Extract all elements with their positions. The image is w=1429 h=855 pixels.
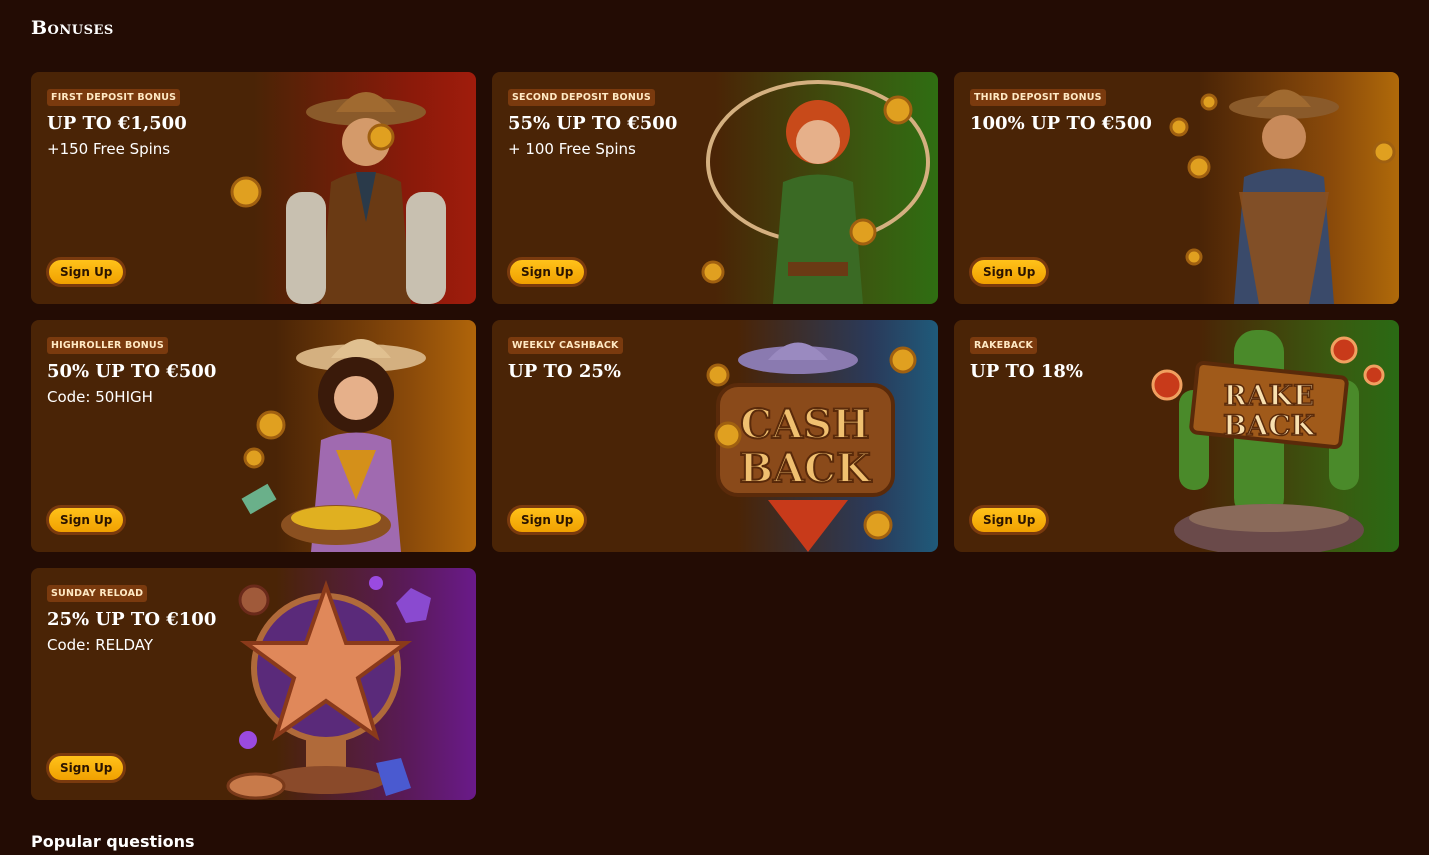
bonus-card-weekly-cashback: CASH BACK Weekly Cashback UP TO 25% Sign… <box>492 320 938 552</box>
section-title: Bonuses <box>31 17 114 39</box>
bonus-card-highroller: Highroller Bonus 50% UP TO €500 Code: 50… <box>31 320 476 552</box>
sign-up-button[interactable]: Sign Up <box>46 753 127 783</box>
bonus-badge: Third Deposit Bonus <box>970 89 1106 106</box>
bonus-card-rakeback: RAKE BACK Rakeback UP TO 18% Sign Up <box>954 320 1399 552</box>
bonus-headline: UP TO 25% <box>508 361 621 382</box>
bonus-badge: Second Deposit Bonus <box>508 89 655 106</box>
bonus-headline: UP TO €1,500 <box>47 113 187 134</box>
rakeback-art-text-1: RAKE <box>1224 379 1315 412</box>
sign-up-button[interactable]: Sign Up <box>507 505 588 535</box>
cowgirl-lasso-icon <box>678 72 938 304</box>
bonus-card-third-deposit: Third Deposit Bonus 100% UP TO €500 Sign… <box>954 72 1399 304</box>
bonus-headline: UP TO 18% <box>970 361 1083 382</box>
bonus-headline: 55% UP TO €500 <box>508 113 678 134</box>
bonus-badge: Highroller Bonus <box>47 337 168 354</box>
sign-up-button[interactable]: Sign Up <box>507 257 588 287</box>
bonus-grid: First Deposit Bonus UP TO €1,500 +150 Fr… <box>31 72 1399 800</box>
bonus-headline: 50% UP TO €500 <box>47 361 217 382</box>
popular-questions-heading: Popular questions <box>31 832 195 851</box>
rakeback-cactus-icon: RAKE BACK <box>1139 320 1399 552</box>
cowboy-coins-icon <box>1139 72 1399 304</box>
bonus-subline: Code: RELDAY <box>47 636 154 654</box>
bonus-subline: + 100 Free Spins <box>508 140 636 158</box>
sign-up-button[interactable]: Sign Up <box>46 505 127 535</box>
cashback-art-text-2: BACK <box>739 445 872 492</box>
rakeback-art-text-2: BACK <box>1223 409 1317 442</box>
bonus-subline: Code: 50HIGH <box>47 388 153 406</box>
bonus-card-sunday-reload: Sunday Reload 25% UP TO €100 Code: RELDA… <box>31 568 476 800</box>
bonus-card-second-deposit: Second Deposit Bonus 55% UP TO €500 + 10… <box>492 72 938 304</box>
cowboy-icon <box>216 72 476 304</box>
cashback-sign-icon: CASH BACK <box>678 320 938 552</box>
bonus-badge: Weekly Cashback <box>508 337 623 354</box>
sheriff-star-trophy-icon <box>216 568 476 800</box>
sign-up-button[interactable]: Sign Up <box>969 505 1050 535</box>
bonus-badge: Sunday Reload <box>47 585 148 602</box>
sign-up-button[interactable]: Sign Up <box>46 257 127 287</box>
bonus-subline: +150 Free Spins <box>47 140 171 158</box>
sign-up-button[interactable]: Sign Up <box>969 257 1050 287</box>
cashback-art-text-1: CASH <box>740 401 870 448</box>
bonus-headline: 100% UP TO €500 <box>970 113 1152 134</box>
bonus-badge: First Deposit Bonus <box>47 89 181 106</box>
bonus-card-first-deposit: First Deposit Bonus UP TO €1,500 +150 Fr… <box>31 72 476 304</box>
bonuses-page: Bonuses First Deposit Bonus UP TO €1,500 <box>0 0 1429 855</box>
bonus-headline: 25% UP TO €100 <box>47 609 217 630</box>
bonus-badge: Rakeback <box>970 337 1038 354</box>
cowgirl-gold-icon <box>216 320 476 552</box>
